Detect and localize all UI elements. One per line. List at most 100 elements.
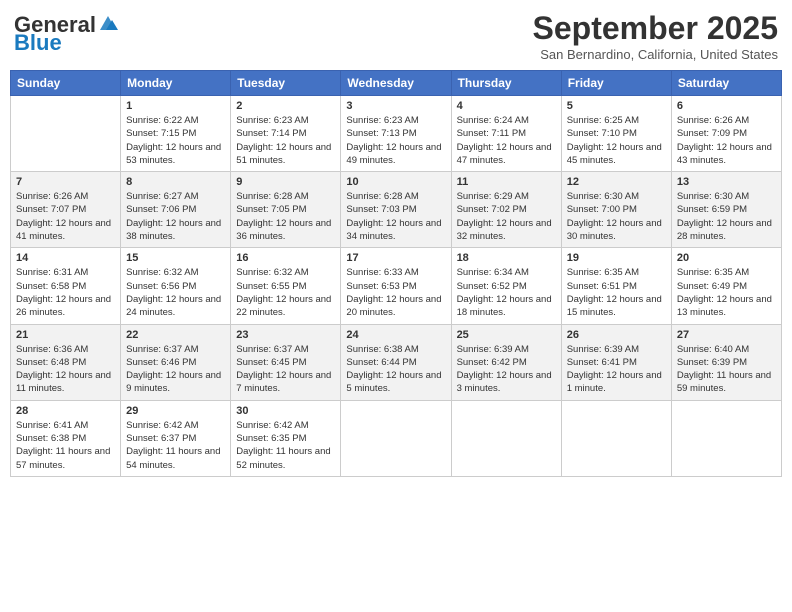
table-row	[341, 400, 451, 476]
day-detail: Sunrise: 6:25 AM Sunset: 7:10 PM Dayligh…	[567, 114, 666, 167]
table-row: 29 Sunrise: 6:42 AM Sunset: 6:37 PM Dayl…	[121, 400, 231, 476]
sunrise-text: Sunrise: 6:31 AM	[16, 267, 88, 278]
sunset-text: Sunset: 6:44 PM	[346, 357, 416, 368]
sunset-text: Sunset: 6:52 PM	[457, 281, 527, 292]
sunrise-text: Sunrise: 6:39 AM	[457, 344, 529, 355]
sunrise-text: Sunrise: 6:34 AM	[457, 267, 529, 278]
day-detail: Sunrise: 6:37 AM Sunset: 6:45 PM Dayligh…	[236, 343, 335, 396]
col-saturday: Saturday	[671, 71, 781, 96]
daylight-text: Daylight: 12 hours and 13 minutes.	[677, 294, 772, 318]
day-number: 27	[677, 329, 776, 341]
sunrise-text: Sunrise: 6:30 AM	[567, 191, 639, 202]
sunset-text: Sunset: 6:41 PM	[567, 357, 637, 368]
table-row: 4 Sunrise: 6:24 AM Sunset: 7:11 PM Dayli…	[451, 96, 561, 172]
day-number: 26	[567, 329, 666, 341]
sunset-text: Sunset: 7:13 PM	[346, 128, 416, 139]
sunset-text: Sunset: 6:56 PM	[126, 281, 196, 292]
daylight-text: Daylight: 12 hours and 22 minutes.	[236, 294, 331, 318]
day-detail: Sunrise: 6:39 AM Sunset: 6:41 PM Dayligh…	[567, 343, 666, 396]
day-detail: Sunrise: 6:23 AM Sunset: 7:13 PM Dayligh…	[346, 114, 445, 167]
daylight-text: Daylight: 12 hours and 9 minutes.	[126, 370, 221, 394]
table-row: 28 Sunrise: 6:41 AM Sunset: 6:38 PM Dayl…	[11, 400, 121, 476]
sunset-text: Sunset: 6:51 PM	[567, 281, 637, 292]
sunset-text: Sunset: 7:11 PM	[457, 128, 527, 139]
day-number: 1	[126, 100, 225, 112]
day-detail: Sunrise: 6:42 AM Sunset: 6:35 PM Dayligh…	[236, 419, 335, 472]
title-area: September 2025 San Bernardino, Californi…	[533, 10, 778, 62]
day-number: 30	[236, 405, 335, 417]
day-number: 9	[236, 176, 335, 188]
calendar-week-row: 28 Sunrise: 6:41 AM Sunset: 6:38 PM Dayl…	[11, 400, 782, 476]
daylight-text: Daylight: 11 hours and 52 minutes.	[236, 446, 330, 470]
daylight-text: Daylight: 12 hours and 5 minutes.	[346, 370, 441, 394]
daylight-text: Daylight: 11 hours and 57 minutes.	[16, 446, 110, 470]
sunset-text: Sunset: 7:15 PM	[126, 128, 196, 139]
calendar-week-row: 1 Sunrise: 6:22 AM Sunset: 7:15 PM Dayli…	[11, 96, 782, 172]
daylight-text: Daylight: 12 hours and 41 minutes.	[16, 218, 111, 242]
table-row: 10 Sunrise: 6:28 AM Sunset: 7:03 PM Dayl…	[341, 172, 451, 248]
day-number: 14	[16, 252, 115, 264]
table-row: 30 Sunrise: 6:42 AM Sunset: 6:35 PM Dayl…	[231, 400, 341, 476]
table-row: 15 Sunrise: 6:32 AM Sunset: 6:56 PM Dayl…	[121, 248, 231, 324]
day-detail: Sunrise: 6:32 AM Sunset: 6:56 PM Dayligh…	[126, 266, 225, 319]
table-row: 26 Sunrise: 6:39 AM Sunset: 6:41 PM Dayl…	[561, 324, 671, 400]
day-number: 29	[126, 405, 225, 417]
day-detail: Sunrise: 6:39 AM Sunset: 6:42 PM Dayligh…	[457, 343, 556, 396]
table-row	[11, 96, 121, 172]
sunrise-text: Sunrise: 6:28 AM	[236, 191, 308, 202]
day-number: 5	[567, 100, 666, 112]
sunrise-text: Sunrise: 6:23 AM	[236, 115, 308, 126]
sunrise-text: Sunrise: 6:36 AM	[16, 344, 88, 355]
day-number: 24	[346, 329, 445, 341]
sunset-text: Sunset: 6:38 PM	[16, 433, 86, 444]
table-row: 6 Sunrise: 6:26 AM Sunset: 7:09 PM Dayli…	[671, 96, 781, 172]
sunrise-text: Sunrise: 6:37 AM	[236, 344, 308, 355]
day-number: 25	[457, 329, 556, 341]
sunrise-text: Sunrise: 6:33 AM	[346, 267, 418, 278]
sunrise-text: Sunrise: 6:32 AM	[126, 267, 198, 278]
daylight-text: Daylight: 12 hours and 15 minutes.	[567, 294, 662, 318]
day-detail: Sunrise: 6:28 AM Sunset: 7:03 PM Dayligh…	[346, 190, 445, 243]
sunrise-text: Sunrise: 6:27 AM	[126, 191, 198, 202]
sunset-text: Sunset: 6:35 PM	[236, 433, 306, 444]
header: General Blue September 2025 San Bernardi…	[10, 10, 782, 62]
day-number: 2	[236, 100, 335, 112]
daylight-text: Daylight: 11 hours and 54 minutes.	[126, 446, 220, 470]
sunrise-text: Sunrise: 6:24 AM	[457, 115, 529, 126]
sunrise-text: Sunrise: 6:22 AM	[126, 115, 198, 126]
day-number: 15	[126, 252, 225, 264]
sunrise-text: Sunrise: 6:26 AM	[16, 191, 88, 202]
sunset-text: Sunset: 6:46 PM	[126, 357, 196, 368]
daylight-text: Daylight: 12 hours and 36 minutes.	[236, 218, 331, 242]
day-number: 19	[567, 252, 666, 264]
calendar-week-row: 14 Sunrise: 6:31 AM Sunset: 6:58 PM Dayl…	[11, 248, 782, 324]
table-row	[561, 400, 671, 476]
sunset-text: Sunset: 7:14 PM	[236, 128, 306, 139]
table-row: 13 Sunrise: 6:30 AM Sunset: 6:59 PM Dayl…	[671, 172, 781, 248]
sunrise-text: Sunrise: 6:30 AM	[677, 191, 749, 202]
day-detail: Sunrise: 6:29 AM Sunset: 7:02 PM Dayligh…	[457, 190, 556, 243]
sunset-text: Sunset: 6:53 PM	[346, 281, 416, 292]
table-row	[671, 400, 781, 476]
day-number: 8	[126, 176, 225, 188]
sunset-text: Sunset: 6:45 PM	[236, 357, 306, 368]
sunrise-text: Sunrise: 6:39 AM	[567, 344, 639, 355]
daylight-text: Daylight: 12 hours and 18 minutes.	[457, 294, 552, 318]
calendar-header-row: Sunday Monday Tuesday Wednesday Thursday…	[11, 71, 782, 96]
sunset-text: Sunset: 6:37 PM	[126, 433, 196, 444]
daylight-text: Daylight: 12 hours and 11 minutes.	[16, 370, 111, 394]
logo: General Blue	[14, 14, 120, 54]
day-number: 13	[677, 176, 776, 188]
table-row: 19 Sunrise: 6:35 AM Sunset: 6:51 PM Dayl…	[561, 248, 671, 324]
day-number: 21	[16, 329, 115, 341]
month-title: September 2025	[533, 10, 778, 47]
sunset-text: Sunset: 6:59 PM	[677, 204, 747, 215]
day-detail: Sunrise: 6:35 AM Sunset: 6:49 PM Dayligh…	[677, 266, 776, 319]
calendar: Sunday Monday Tuesday Wednesday Thursday…	[10, 70, 782, 477]
day-detail: Sunrise: 6:41 AM Sunset: 6:38 PM Dayligh…	[16, 419, 115, 472]
sunrise-text: Sunrise: 6:42 AM	[126, 420, 198, 431]
day-number: 4	[457, 100, 556, 112]
table-row: 25 Sunrise: 6:39 AM Sunset: 6:42 PM Dayl…	[451, 324, 561, 400]
col-tuesday: Tuesday	[231, 71, 341, 96]
day-number: 10	[346, 176, 445, 188]
